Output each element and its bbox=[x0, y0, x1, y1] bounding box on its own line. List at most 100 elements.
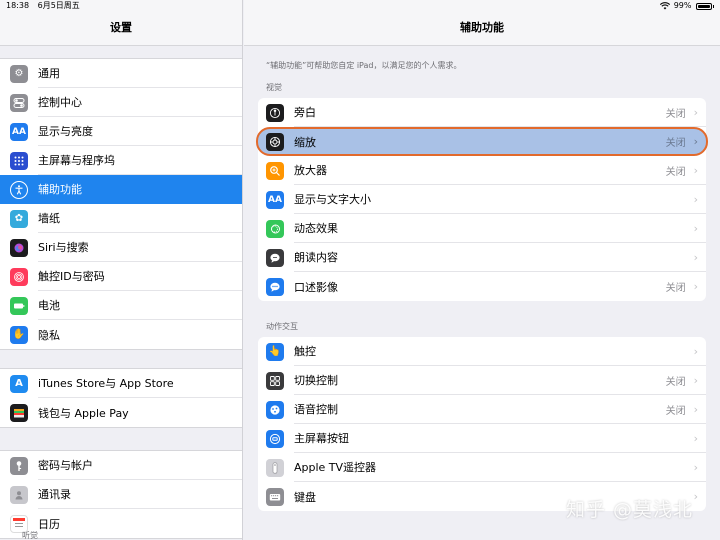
keyboard-icon bbox=[266, 487, 284, 506]
voiceover-icon bbox=[266, 103, 284, 122]
chevron-right-icon: › bbox=[693, 192, 698, 206]
sidebar-item-label: 控制中心 bbox=[38, 88, 242, 117]
chevron-right-icon: › bbox=[693, 221, 698, 235]
sidebar-item-label: 显示与亮度 bbox=[38, 117, 242, 146]
voice-control-icon bbox=[266, 400, 284, 419]
zoom-icon bbox=[266, 132, 284, 151]
chevron-right-icon: › bbox=[693, 163, 698, 177]
sidebar-item-passwords[interactable]: 密码与帐户 bbox=[0, 451, 242, 480]
sidebar-item-siri[interactable]: Siri与搜索 bbox=[0, 233, 242, 262]
row-magnifier[interactable]: 放大器 关闭 › bbox=[258, 156, 706, 185]
sidebar-item-display[interactable]: AA 显示与亮度 bbox=[0, 117, 242, 146]
sidebar: 设置 ⚙ 通用 控制中心 AA 显示与亮度 主屏幕与程序坞 辅助功能 ✿ 墙纸 … bbox=[0, 0, 243, 540]
status-date: 6月5日周五 bbox=[37, 1, 80, 10]
sidebar-item-wallet[interactable]: 钱包与 Apple Pay bbox=[0, 398, 242, 427]
row-value: 关闭 bbox=[665, 108, 686, 120]
sidebar-item-label: 密码与帐户 bbox=[38, 451, 242, 480]
sidebar-item-touch-id[interactable]: 触控ID与密码 bbox=[0, 262, 242, 291]
accessibility-icon bbox=[10, 180, 28, 199]
sidebar-item-label: 触控ID与密码 bbox=[38, 262, 242, 291]
section-header-interaction: 动作交互 bbox=[266, 322, 298, 331]
touch-icon: 👆 bbox=[266, 342, 284, 361]
sidebar-item-label: Siri与搜索 bbox=[38, 233, 242, 262]
row-spoken-content[interactable]: 朗读内容 › bbox=[258, 243, 706, 272]
siri-icon bbox=[10, 238, 28, 257]
speech-icon bbox=[266, 248, 284, 267]
row-label: 动态效果 bbox=[294, 222, 338, 235]
wallet-icon bbox=[10, 403, 28, 422]
chevron-right-icon: › bbox=[693, 250, 698, 264]
chevron-right-icon: › bbox=[693, 402, 698, 416]
aa-icon: AA bbox=[266, 190, 284, 209]
row-voiceover[interactable]: 旁白 关闭 › bbox=[258, 98, 706, 127]
chevron-right-icon: › bbox=[693, 490, 698, 503]
sidebar-item-label: 钱包与 Apple Pay bbox=[38, 406, 129, 420]
status-bar: 18:38 6月5日周五 99% bbox=[0, 0, 720, 12]
row-audio-descriptions[interactable]: 口述影像 关闭 › bbox=[258, 272, 706, 301]
sidebar-item-accessibility[interactable]: 辅助功能 bbox=[0, 175, 242, 204]
row-label: 触控 bbox=[294, 345, 316, 358]
wifi-icon bbox=[659, 2, 670, 10]
sidebar-item-label: 隐私 bbox=[38, 328, 60, 342]
sidebar-group-3: 密码与帐户 通讯录 日历 bbox=[0, 450, 242, 539]
grid-icon bbox=[10, 151, 28, 170]
gear-icon: ⚙ bbox=[10, 64, 28, 83]
sidebar-item-battery[interactable]: 电池 bbox=[0, 291, 242, 320]
row-label: 显示与文字大小 bbox=[294, 193, 371, 206]
row-value: 关闭 bbox=[665, 138, 686, 149]
battery-percent: 99% bbox=[673, 1, 692, 10]
sidebar-item-control-center[interactable]: 控制中心 bbox=[0, 88, 242, 117]
motion-icon bbox=[266, 219, 284, 238]
row-label: 朗读内容 bbox=[294, 251, 338, 264]
row-apple-tv-remote[interactable]: Apple TV遥控器 › bbox=[258, 453, 706, 482]
row-label: 缩放 bbox=[294, 135, 316, 149]
sidebar-item-label: 墙纸 bbox=[38, 204, 242, 233]
battery-icon bbox=[695, 2, 712, 10]
chevron-right-icon: › bbox=[693, 105, 698, 119]
chevron-right-icon: › bbox=[693, 344, 698, 358]
sidebar-item-privacy[interactable]: ✋ 隐私 bbox=[0, 320, 242, 349]
sidebar-item-wallpaper[interactable]: ✿ 墙纸 bbox=[0, 204, 242, 233]
row-home-button[interactable]: 主屏幕按钮 › bbox=[258, 424, 706, 453]
sidebar-item-contacts[interactable]: 通讯录 bbox=[0, 480, 242, 509]
chevron-right-icon: › bbox=[693, 135, 698, 148]
sidebar-item-label: 通用 bbox=[38, 59, 242, 88]
remote-icon bbox=[266, 458, 284, 477]
row-voice-control[interactable]: 语音控制 关闭 › bbox=[258, 395, 706, 424]
row-zoom[interactable]: 缩放 关闭 › bbox=[256, 127, 708, 156]
row-value: 关闭 bbox=[665, 166, 686, 178]
row-motion[interactable]: 动态效果 › bbox=[258, 214, 706, 243]
sidebar-item-label: iTunes Store与 App Store bbox=[38, 369, 242, 398]
switch-control-icon bbox=[266, 371, 284, 390]
row-value: 关闭 bbox=[665, 405, 686, 417]
chevron-right-icon: › bbox=[693, 460, 698, 474]
hand-icon: ✋ bbox=[10, 325, 28, 344]
sidebar-item-general[interactable]: ⚙ 通用 bbox=[0, 59, 242, 88]
chevron-right-icon: › bbox=[693, 373, 698, 387]
row-label: 切换控制 bbox=[294, 374, 338, 387]
row-display-text-size[interactable]: AA 显示与文字大小 › bbox=[258, 185, 706, 214]
flower-icon: ✿ bbox=[10, 209, 28, 228]
magnifier-icon bbox=[266, 161, 284, 180]
sidebar-item-label: 电池 bbox=[38, 291, 242, 320]
sidebar-item-label: 通讯录 bbox=[38, 480, 242, 509]
chevron-right-icon: › bbox=[693, 431, 698, 445]
sidebar-item-label: 辅助功能 bbox=[38, 183, 82, 196]
row-label: 口述影像 bbox=[294, 280, 338, 294]
chevron-right-icon: › bbox=[693, 280, 698, 293]
sidebar-item-home-screen[interactable]: 主屏幕与程序坞 bbox=[0, 146, 242, 175]
sidebar-group-2: A iTunes Store与 App Store 钱包与 Apple Pay bbox=[0, 368, 242, 428]
row-switch-control[interactable]: 切换控制 关闭 › bbox=[258, 366, 706, 395]
section-header-vision: 视觉 bbox=[266, 83, 282, 92]
page-description: “辅助功能”可帮助您自定 iPad，以满足您的个人需求。 bbox=[266, 61, 462, 70]
row-label: 主屏幕按钮 bbox=[294, 432, 349, 445]
appstore-icon: A bbox=[10, 374, 28, 393]
home-button-icon bbox=[266, 429, 284, 448]
detail-pane: 辅助功能 “辅助功能”可帮助您自定 iPad，以满足您的个人需求。 视觉 旁白 … bbox=[244, 0, 720, 540]
aa-icon: AA bbox=[10, 122, 28, 141]
status-time: 18:38 bbox=[6, 1, 30, 10]
settings-group-vision: 旁白 关闭 › 缩放 关闭 › 放大器 关闭 › AA 显示与文字大小 › 动态… bbox=[256, 98, 708, 301]
sidebar-item-label: 日历 bbox=[38, 517, 60, 531]
row-touch[interactable]: 👆 触控 › bbox=[258, 337, 706, 366]
sidebar-item-itunes-app-store[interactable]: A iTunes Store与 App Store bbox=[0, 369, 242, 398]
